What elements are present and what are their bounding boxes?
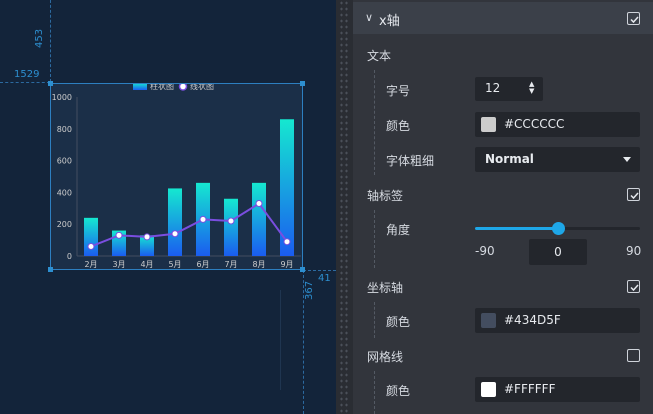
- grid-line-color-value: #FFFFFF: [504, 382, 556, 396]
- line-point: [255, 200, 263, 208]
- grid-line-group-title: 网格线: [367, 350, 404, 364]
- x-axis-section-title: x轴: [379, 14, 400, 29]
- x-axis: 2月 3月 4月 5月 6月 7月 8月 9月: [77, 255, 301, 269]
- guide-line-left: [0, 82, 50, 83]
- guide-line-top: [50, 0, 51, 82]
- angle-label: 角度: [386, 223, 411, 237]
- legend-bar-label: 柱状图: [150, 84, 174, 91]
- angle-slider-fill: [475, 227, 558, 230]
- drag-grip: [339, 0, 350, 414]
- angle-max: 90: [626, 244, 642, 258]
- line-point: [171, 230, 179, 238]
- chart-widget[interactable]: 柱状图 线状图 0 200 400 600 800 1000 2月 3月 4月 5月 6月 7月 8月 9…: [48, 81, 305, 272]
- y-axis: 0 200 400 600 800 1000: [52, 93, 78, 261]
- angle-input[interactable]: 0: [529, 239, 587, 265]
- axis-line-group-title: 坐标轴: [367, 281, 404, 295]
- line-point: [143, 233, 151, 241]
- design-canvas[interactable]: 1529 453 41 367 柱状图 线状图 0 200 400 600 800 1000…: [0, 0, 336, 414]
- x-tick-label: 6月: [196, 260, 209, 269]
- axis-line-color-field[interactable]: #434D5F: [475, 308, 640, 333]
- legend-bar-swatch: [133, 84, 147, 90]
- line-point: [283, 238, 291, 246]
- text-color-value: #CCCCCC: [504, 117, 565, 131]
- grid-line-color-label: 颜色: [386, 384, 411, 398]
- check-icon: [630, 16, 639, 24]
- bar: [252, 182, 266, 256]
- check-icon: [630, 284, 639, 292]
- x-tick-label: 8月: [252, 260, 265, 269]
- axis-line-color-swatch[interactable]: [481, 313, 496, 328]
- ruler-right-gap: 41: [318, 273, 331, 284]
- font-weight-select[interactable]: Normal: [475, 147, 640, 172]
- line-point: [115, 231, 123, 239]
- axis-line-color-value: #434D5F: [504, 313, 561, 327]
- axis-line-group-guide: [374, 302, 375, 338]
- chart-legend: 柱状图 线状图: [133, 84, 214, 91]
- axis-line-color-label: 颜色: [386, 315, 411, 329]
- grid-line-color-field[interactable]: #FFFFFF: [475, 377, 640, 402]
- x-tick-label: 2月: [84, 260, 97, 269]
- grid-line-color-swatch[interactable]: [481, 382, 496, 397]
- ruler-top-offset: 453: [34, 28, 45, 48]
- bar: [168, 188, 182, 256]
- canvas-divider: [280, 290, 281, 390]
- stepper-arrows-icon[interactable]: ▲ ▼: [529, 81, 537, 95]
- line-point: [87, 242, 95, 250]
- axis-label-group-title: 轴标签: [367, 189, 404, 203]
- y-tick-label: 1000: [52, 93, 72, 102]
- x-tick-label: 3月: [112, 260, 125, 269]
- grid-line-group-guide: [374, 371, 375, 414]
- x-axis-section-header[interactable]: ∨ x轴: [353, 2, 653, 34]
- x-tick-label: 9月: [280, 260, 293, 269]
- y-tick-label: 600: [57, 157, 72, 166]
- text-color-label: 颜色: [386, 119, 411, 133]
- properties-panel: ∨ x轴 文本 字号 12 ▲ ▼ 颜色 #CCCCCC 字体粗细 Normal …: [353, 0, 653, 414]
- font-size-label: 字号: [386, 84, 411, 98]
- angle-value: 0: [554, 245, 562, 259]
- line-point: [199, 215, 207, 223]
- grid-line-checkbox[interactable]: [627, 349, 640, 362]
- font-weight-value: Normal: [485, 152, 534, 166]
- ruler-bottom-gap: 367: [304, 280, 315, 300]
- font-size-value: 12: [485, 81, 501, 95]
- y-tick-label: 800: [57, 125, 72, 134]
- axis-line-checkbox[interactable]: [627, 280, 640, 293]
- bar-series: [84, 119, 294, 256]
- axis-label-group-guide: [374, 210, 375, 268]
- x-axis-enable-checkbox[interactable]: [627, 12, 640, 25]
- legend-line-label: 线状图: [190, 84, 214, 91]
- x-tick-label: 7月: [224, 260, 237, 269]
- x-tick-label: 5月: [168, 260, 181, 269]
- font-weight-label: 字体粗细: [386, 154, 435, 168]
- y-tick-label: 400: [57, 188, 72, 197]
- y-tick-label: 200: [57, 220, 72, 229]
- angle-slider[interactable]: [475, 222, 640, 235]
- guide-line-right: [303, 270, 336, 271]
- check-icon: [630, 192, 639, 200]
- text-color-swatch[interactable]: [481, 117, 496, 132]
- chart-svg: 柱状图 线状图 0 200 400 600 800 1000 2月 3月 4月 5月 6月 7月 8月 9…: [52, 84, 301, 269]
- bar: [224, 198, 238, 256]
- panel-resize-strip[interactable]: [336, 0, 353, 414]
- angle-slider-thumb[interactable]: [551, 222, 565, 235]
- chevron-down-icon[interactable]: ∨: [365, 11, 373, 24]
- angle-min: -90: [475, 244, 495, 258]
- text-group-guide: [374, 70, 375, 175]
- text-color-field[interactable]: #CCCCCC: [475, 112, 640, 137]
- font-size-stepper[interactable]: 12 ▲ ▼: [475, 77, 543, 101]
- axis-label-checkbox[interactable]: [627, 188, 640, 201]
- text-group-title: 文本: [367, 49, 392, 63]
- legend-line-swatch: [178, 84, 188, 91]
- line-point: [227, 217, 235, 225]
- x-tick-label: 4月: [140, 260, 153, 269]
- ruler-left-offset: 1529: [14, 69, 40, 80]
- y-tick-label: 0: [67, 252, 72, 261]
- caret-down-icon: [623, 157, 631, 162]
- bar: [84, 217, 98, 256]
